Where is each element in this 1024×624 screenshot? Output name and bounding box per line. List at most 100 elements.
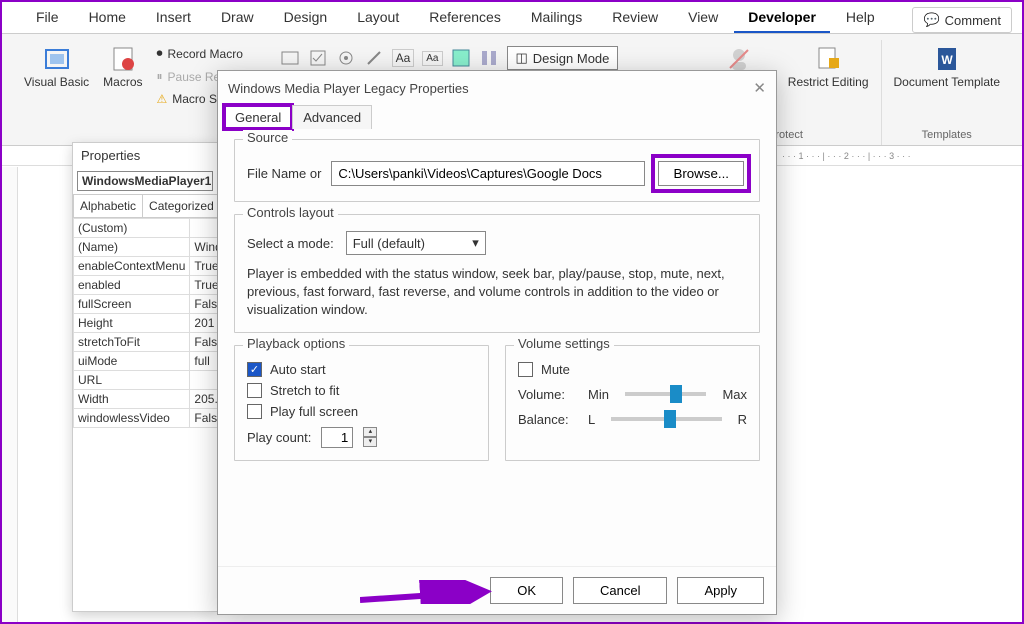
ok-button[interactable]: OK <box>490 577 563 604</box>
properties-tab-alphabetic[interactable]: Alphabetic <box>73 194 143 217</box>
wmp-properties-dialog: Windows Media Player Legacy Properties ✕… <box>217 70 777 615</box>
gear-icon[interactable] <box>336 48 356 68</box>
group-templates-label: Templates <box>922 129 972 145</box>
play-count-down-button[interactable]: ▾ <box>363 437 377 447</box>
prop-name: enabled <box>74 276 190 295</box>
table-row[interactable]: (Custom) <box>74 219 229 238</box>
table-row[interactable]: Height201 <box>74 314 229 333</box>
properties-object-dropdown[interactable]: WindowsMediaPlayer1 <box>77 171 213 191</box>
tab-help[interactable]: Help <box>832 3 889 33</box>
prop-name: Height <box>74 314 190 333</box>
balance-slider[interactable] <box>611 417 721 421</box>
play-count-up-button[interactable]: ▴ <box>363 427 377 437</box>
balance-label: Balance: <box>518 412 578 427</box>
columns-icon[interactable] <box>479 48 499 68</box>
play-count-input[interactable] <box>321 427 353 448</box>
tab-layout[interactable]: Layout <box>343 3 413 33</box>
play-full-screen-checkbox[interactable] <box>247 404 262 419</box>
mute-checkbox[interactable] <box>518 362 533 377</box>
controls-description: Player is embedded with the status windo… <box>247 265 747 320</box>
source-group-title: Source <box>243 130 292 145</box>
prop-name: URL <box>74 371 190 390</box>
dialog-tab-general[interactable]: General <box>224 105 292 129</box>
svg-text:W: W <box>941 53 953 67</box>
auto-start-label: Auto start <box>270 362 326 377</box>
apply-button[interactable]: Apply <box>677 577 764 604</box>
chevron-down-icon: ▾ <box>472 235 479 251</box>
aa-large-icon[interactable]: Aa <box>392 49 415 67</box>
macros-label: Macros <box>103 76 142 89</box>
prop-name: Width <box>74 390 190 409</box>
tab-home[interactable]: Home <box>75 3 140 33</box>
table-row[interactable]: uiModefull <box>74 352 229 371</box>
tab-developer[interactable]: Developer <box>734 3 830 33</box>
cancel-button[interactable]: Cancel <box>573 577 667 604</box>
tab-file[interactable]: File <box>22 3 73 33</box>
table-row[interactable]: Width205.2 <box>74 390 229 409</box>
prop-name: (Custom) <box>74 219 190 238</box>
table-row[interactable]: windowlessVideoFalse <box>74 409 229 428</box>
checkbox-icon[interactable] <box>308 48 328 68</box>
dialog-tab-advanced[interactable]: Advanced <box>292 105 372 129</box>
document-template-button[interactable]: W Document Template <box>890 40 1005 93</box>
controls-layout-title: Controls layout <box>243 205 338 220</box>
tab-design[interactable]: Design <box>270 3 342 33</box>
design-mode-icon: ◫ <box>516 50 528 66</box>
file-name-input[interactable] <box>331 161 645 186</box>
volume-title: Volume settings <box>514 336 614 351</box>
volume-max-label: Max <box>722 387 747 402</box>
design-mode-label: Design Mode <box>533 51 610 66</box>
restrict-editing-icon <box>813 44 843 74</box>
source-group: Source File Name or Browse... <box>234 139 760 202</box>
ribbon-group-templates: W Document Template Templates <box>882 40 1013 145</box>
comment-button[interactable]: 💬 Comment <box>912 7 1012 33</box>
balance-right-label: R <box>738 412 747 427</box>
visual-basic-button[interactable]: Visual Basic <box>20 40 93 108</box>
auto-start-checkbox[interactable]: ✓ <box>247 362 262 377</box>
macros-icon <box>108 44 138 74</box>
tab-mailings[interactable]: Mailings <box>517 3 596 33</box>
table-row[interactable]: stretchToFitFalse <box>74 333 229 352</box>
balance-left-label: L <box>588 412 595 427</box>
dialog-title: Windows Media Player Legacy Properties <box>228 81 469 96</box>
table-row[interactable]: fullScreenFalse <box>74 295 229 314</box>
volume-label: Volume: <box>518 387 578 402</box>
tab-insert[interactable]: Insert <box>142 3 205 33</box>
table-row[interactable]: (Name)Wind <box>74 238 229 257</box>
prop-name: fullScreen <box>74 295 190 314</box>
properties-title: Properties <box>73 143 217 168</box>
tools-icon[interactable] <box>364 48 384 68</box>
controls-layout-group: Controls layout Select a mode: Full (def… <box>234 214 760 333</box>
browse-button[interactable]: Browse... <box>658 161 744 186</box>
stretch-to-fit-checkbox[interactable] <box>247 383 262 398</box>
select-mode-combo[interactable]: Full (default) ▾ <box>346 231 486 255</box>
vertical-ruler <box>2 167 18 622</box>
properties-tab-categorized[interactable]: Categorized <box>142 194 221 217</box>
textbox-icon[interactable] <box>280 48 300 68</box>
play-count-label: Play count: <box>247 430 311 445</box>
document-template-icon: W <box>932 44 962 74</box>
table-row[interactable]: enableContextMenuTrue <box>74 257 229 276</box>
select-mode-value: Full (default) <box>353 236 425 251</box>
tab-view[interactable]: View <box>674 3 732 33</box>
tab-review[interactable]: Review <box>598 3 672 33</box>
aa-small-icon[interactable]: Aa <box>422 51 442 66</box>
restrict-editing-button[interactable]: Restrict Editing <box>784 40 873 93</box>
prop-name: (Name) <box>74 238 190 257</box>
table-row[interactable]: URL <box>74 371 229 390</box>
file-name-label: File Name or <box>247 166 321 181</box>
image-icon[interactable] <box>451 48 471 68</box>
record-macro-button[interactable]: ⏺ Record Macro <box>153 44 247 63</box>
mute-label: Mute <box>541 362 570 377</box>
macros-button[interactable]: Macros <box>99 40 146 108</box>
close-icon[interactable]: ✕ <box>753 79 766 97</box>
table-row[interactable]: enabledTrue <box>74 276 229 295</box>
volume-slider[interactable] <box>625 392 706 396</box>
visual-basic-icon <box>42 44 72 74</box>
stretch-to-fit-label: Stretch to fit <box>270 383 339 398</box>
warning-icon: ⚠ <box>157 92 168 106</box>
tab-draw[interactable]: Draw <box>207 3 268 33</box>
tab-references[interactable]: References <box>415 3 515 33</box>
design-mode-button[interactable]: ◫ Design Mode <box>507 46 619 70</box>
volume-settings-group: Volume settings Mute Volume: Min Max Bal… <box>505 345 760 461</box>
